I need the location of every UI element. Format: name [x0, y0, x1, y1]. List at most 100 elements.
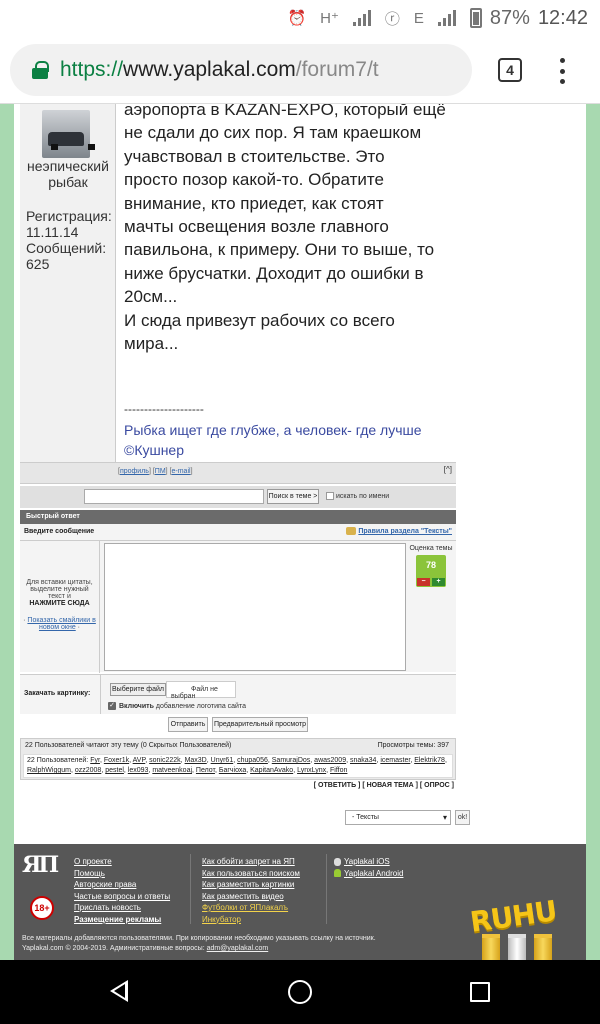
signature-text: Рыбка ищет где глубже, а человек- где лу… [124, 422, 422, 458]
readers-prefix: 22 Пользователей: [27, 757, 89, 764]
reader-link[interactable]: matveenkoaj [152, 767, 192, 774]
reader-link[interactable]: Бaгчiоха [219, 767, 246, 774]
android-app-link[interactable]: Yaplakal Android [334, 868, 403, 880]
send-button[interactable]: Отправить [168, 717, 208, 732]
back-icon[interactable] [110, 980, 128, 1002]
reader-link[interactable]: LynxLynx [297, 767, 326, 774]
preview-button[interactable]: Предварительный просмотр [212, 717, 308, 732]
reader-link[interactable]: ozz2008 [75, 767, 101, 774]
section-rules-link[interactable]: Правила раздела "Тексты" [346, 527, 452, 535]
rating-plus-button[interactable]: + [432, 578, 445, 586]
address-bar[interactable]: https://www.yaplakal.com/forum7/t [10, 44, 472, 96]
post-line: учавствовал в стоительстве. Это [124, 146, 385, 166]
reader-link[interactable]: awas2009 [314, 757, 346, 764]
footer-link[interactable]: Как разместить картинки [202, 879, 300, 891]
yaplakal-logo[interactable]: ЯП [22, 852, 60, 886]
apple-icon [334, 857, 341, 866]
quick-reply-header: Быстрый ответ [20, 510, 456, 524]
footer-link[interactable]: Как пользоваться поиском [202, 868, 300, 880]
reader-link[interactable]: sonic222k [149, 757, 181, 764]
quick-reply-body: Для вставки цитаты, выделите нужный текс… [20, 540, 456, 673]
forum-jump-ok-button[interactable]: ok! [455, 810, 470, 825]
footer-link[interactable]: Как разместить видео [202, 891, 300, 903]
footer-divider [190, 854, 191, 924]
reader-link[interactable]: lex093 [128, 767, 149, 774]
topic-views: Просмотры темы: 397 [377, 742, 449, 749]
logo-checkbox[interactable]: ✓ [108, 702, 116, 710]
reader-link[interactable]: chupa056 [237, 757, 268, 764]
logo-option[interactable]: ✓ Включить добавление логотипа сайта [108, 702, 246, 710]
disclaimer-line: Все материалы добавляются пользователями… [22, 935, 376, 942]
choose-file-button[interactable]: Выберите файл [110, 683, 166, 696]
battery-level: 87% [489, 6, 530, 29]
pillar-icon [482, 934, 500, 960]
reader-link[interactable]: SamurajDos [272, 757, 311, 764]
forum-jump-select[interactable]: - Тексты [345, 810, 451, 825]
home-icon[interactable] [288, 980, 312, 1004]
tab-switcher-button[interactable]: 4 [498, 58, 522, 82]
author-name[interactable]: неэпический рыбак [22, 158, 114, 190]
topic-search-input[interactable] [84, 489, 264, 504]
reader-link[interactable]: Elektrik78 [414, 757, 445, 764]
reader-link[interactable]: icemaster [380, 757, 410, 764]
pm-link[interactable]: ПМ [155, 468, 166, 475]
post-line: аэропорта в KAZAN-EXPO, который ещё [124, 104, 446, 119]
reader-link[interactable]: pestel [105, 767, 124, 774]
footer-link[interactable]: Помощь [74, 868, 170, 880]
lock-icon [32, 61, 49, 79]
footer-link[interactable]: О проекте [74, 856, 170, 868]
file-name-text: Файл не выбран [171, 686, 218, 700]
show-smiles-link[interactable]: Показать смайлики в новом окне [27, 617, 95, 631]
footer-link[interactable]: Прислать новость [74, 902, 170, 914]
admin-email-link[interactable]: adm@yaplakal.com [207, 945, 269, 952]
footer-link[interactable]: Размещение рекламы [74, 914, 170, 926]
url-path: /forum7/t [295, 58, 379, 81]
reader-link[interactable]: Fyr [90, 757, 100, 764]
reader-link[interactable]: Max3D [185, 757, 207, 764]
footer-link[interactable]: Инкубатор [202, 914, 300, 926]
reader-link[interactable]: KapitanAvako [250, 767, 293, 774]
post-author-panel: неэпический рыбак Регистрация: 11.11.14 … [20, 104, 116, 466]
msgs-count: 625 [26, 256, 50, 272]
post-line: не сдали до сих пор. Я там краешком [124, 123, 422, 143]
search-by-name-option[interactable]: искать по имени [326, 492, 389, 500]
reader-link[interactable]: Unyr61 [211, 757, 234, 764]
footer-link[interactable]: Футболки от ЯПлакалъ [202, 902, 300, 914]
topic-readers-panel: 22 Пользователей читают эту тему (0 Скры… [20, 738, 456, 780]
topic-search-button[interactable]: Поиск в теме > [267, 489, 319, 504]
alarm-icon: ⏰ [287, 10, 307, 27]
ios-app-link[interactable]: Yaplakal iOS [334, 856, 403, 868]
rating-minus-button[interactable]: − [417, 578, 430, 586]
footer-col-about: О проекте Помощь Авторские права Частые … [74, 856, 170, 925]
reply-textarea[interactable] [104, 543, 406, 671]
topic-rating-badge: 78 − + [416, 555, 446, 587]
recent-apps-icon[interactable] [470, 982, 490, 1002]
reader-link[interactable]: Foxer1k [104, 757, 129, 764]
reader-link[interactable]: AVP [133, 757, 146, 764]
click-here-link[interactable]: НАЖМИТЕ СЮДА [22, 600, 97, 607]
status-icons: ⏰ H⁺ ⓡ E [279, 8, 482, 29]
footer-disclaimer: Все материалы добавляются пользователями… [22, 934, 376, 954]
footer-link[interactable]: Как обойти запрет на ЯП [202, 856, 300, 868]
post-footer-links: [профиль] [ПМ] [e-mail] [118, 468, 193, 475]
quick-reply-subheader: Введите сообщение Правила раздела "Текст… [20, 524, 456, 540]
email-link[interactable]: e-mail [172, 468, 191, 475]
site-footer: ЯП 18+ О проекте Помощь Авторские права … [14, 844, 586, 960]
smiles-row: · Показать смайлики в новом окне · [23, 617, 96, 631]
reader-link[interactable]: Пелот [196, 767, 215, 774]
reader-link[interactable]: snaka34 [350, 757, 376, 764]
reader-link[interactable]: Fiffon [330, 767, 347, 774]
overflow-menu-icon[interactable] [555, 56, 569, 86]
search-by-name-checkbox[interactable] [326, 492, 334, 500]
enter-message-label: Введите сообщение [24, 528, 95, 535]
post-line: внимание, кто приедет, как стоят [124, 193, 384, 213]
avatar[interactable] [42, 110, 95, 158]
post-line: 20см... [124, 287, 178, 307]
reader-link[interactable]: RalphWiggum [27, 767, 71, 774]
profile-link[interactable]: профиль [120, 468, 149, 475]
footer-link[interactable]: Авторские права [74, 879, 170, 891]
footer-link[interactable]: Частые вопросы и ответы [74, 891, 170, 903]
scroll-top-link[interactable]: [^] [444, 465, 452, 474]
ruhu-award-logo: RUHU [468, 892, 568, 960]
thread-action-links[interactable]: [ ОТВЕТИТЬ ] [ НОВАЯ ТЕМА ] [ ОПРОС ] [20, 780, 456, 792]
